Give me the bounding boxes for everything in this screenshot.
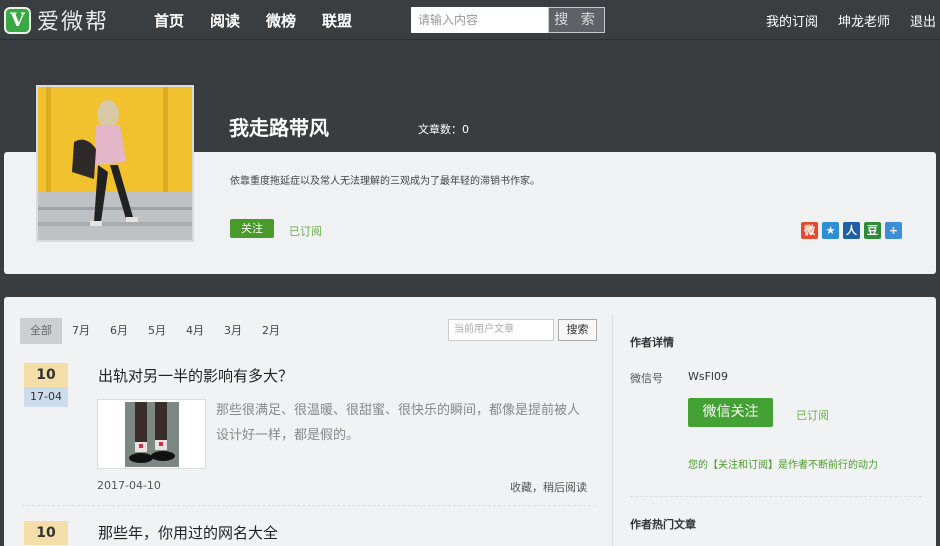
share-icons: 微 ★ 人 豆 +: [801, 222, 906, 239]
user-nav: 我的订阅 坤龙老师 退出: [746, 0, 936, 40]
weibo-icon[interactable]: 微: [801, 222, 818, 239]
subscribed-status: 已订阅: [289, 225, 322, 238]
logo-icon: V: [4, 6, 31, 34]
nav-ranking[interactable]: 微榜: [266, 10, 296, 31]
renren-icon[interactable]: 人: [843, 222, 860, 239]
date-day: 10: [24, 363, 68, 387]
username-link[interactable]: 坤龙老师: [838, 11, 890, 30]
follow-button[interactable]: 关注: [230, 219, 274, 238]
tab-july[interactable]: 7月: [62, 318, 100, 344]
main-nav: 首页 阅读 微榜 联盟: [154, 0, 378, 40]
article-date: 2017-04-10: [97, 479, 161, 492]
sidebar-divider-dashed: [630, 496, 922, 497]
site-logo[interactable]: V 爱微帮: [4, 4, 109, 36]
wechat-subscribed-status: 已订阅: [796, 409, 829, 422]
article-count: 文章数：0: [418, 123, 469, 136]
tab-april[interactable]: 4月: [176, 318, 214, 344]
author-avatar: [36, 85, 194, 242]
article-date-badge: 10: [24, 521, 68, 545]
site-search-input[interactable]: 请输入内容: [411, 7, 548, 33]
tab-all[interactable]: 全部: [20, 318, 62, 344]
wechat-follow-button[interactable]: 微信关注: [688, 398, 773, 427]
douban-icon[interactable]: 豆: [864, 222, 881, 239]
article-title[interactable]: 那些年，你用过的网名大全: [98, 522, 278, 543]
article-title[interactable]: 出轨对另一半的影响有多大？: [98, 365, 293, 386]
month-filter-tabs: 全部 7月 6月 5月 4月 3月 2月: [20, 318, 290, 344]
avatar-photo: [38, 87, 192, 240]
my-subscriptions-link[interactable]: 我的订阅: [766, 11, 818, 30]
site-search-button[interactable]: 搜 索: [548, 7, 605, 33]
sidebar-divider: [612, 315, 613, 546]
more-share-icon[interactable]: +: [885, 222, 902, 239]
qzone-icon[interactable]: ★: [822, 222, 839, 239]
logo-text: 爱微帮: [37, 10, 110, 35]
follow-tip: 您的【关注和订阅】是作者不断前行的动力: [688, 460, 878, 471]
date-month-day: 17-04: [24, 387, 68, 407]
wechat-id: WsFl09: [688, 370, 728, 383]
author-name: 我走路带风: [229, 116, 329, 140]
nav-home[interactable]: 首页: [154, 10, 184, 31]
article-date-badge: 10 17-04: [24, 363, 68, 407]
tab-june[interactable]: 6月: [100, 318, 138, 344]
date-day: 10: [24, 521, 68, 545]
nav-alliance[interactable]: 联盟: [322, 10, 352, 31]
save-read-later-link[interactable]: 收藏，稍后阅读: [510, 479, 587, 495]
site-search: 请输入内容 搜 索: [411, 7, 605, 33]
logout-link[interactable]: 退出: [910, 11, 936, 30]
tab-may[interactable]: 5月: [138, 318, 176, 344]
tab-february[interactable]: 2月: [252, 318, 290, 344]
user-article-search-input[interactable]: 当前用户文章: [448, 319, 554, 341]
wechat-label: 微信号: [630, 372, 663, 385]
article-thumbnail[interactable]: [97, 399, 206, 469]
nav-read[interactable]: 阅读: [210, 10, 240, 31]
author-bio: 依靠重度拖延症以及常人无法理解的三观成为了最年轻的滞销书作家。: [230, 176, 540, 187]
author-details-title: 作者详情: [630, 336, 674, 349]
top-nav-bar: V 爱微帮 首页 阅读 微榜 联盟 请输入内容 搜 索 我的订阅 坤龙老师 退出: [0, 0, 940, 40]
tab-march[interactable]: 3月: [214, 318, 252, 344]
thumbnail-image: [125, 402, 179, 467]
user-article-search-button[interactable]: 搜索: [558, 319, 597, 341]
hot-articles-title: 作者热门文章: [630, 518, 696, 531]
article-summary: 那些很满足、很温暖、很甜蜜、很快乐的瞬间，都像是提前被人设计好一样，都是假的。: [216, 403, 581, 443]
article-divider: [22, 505, 596, 506]
